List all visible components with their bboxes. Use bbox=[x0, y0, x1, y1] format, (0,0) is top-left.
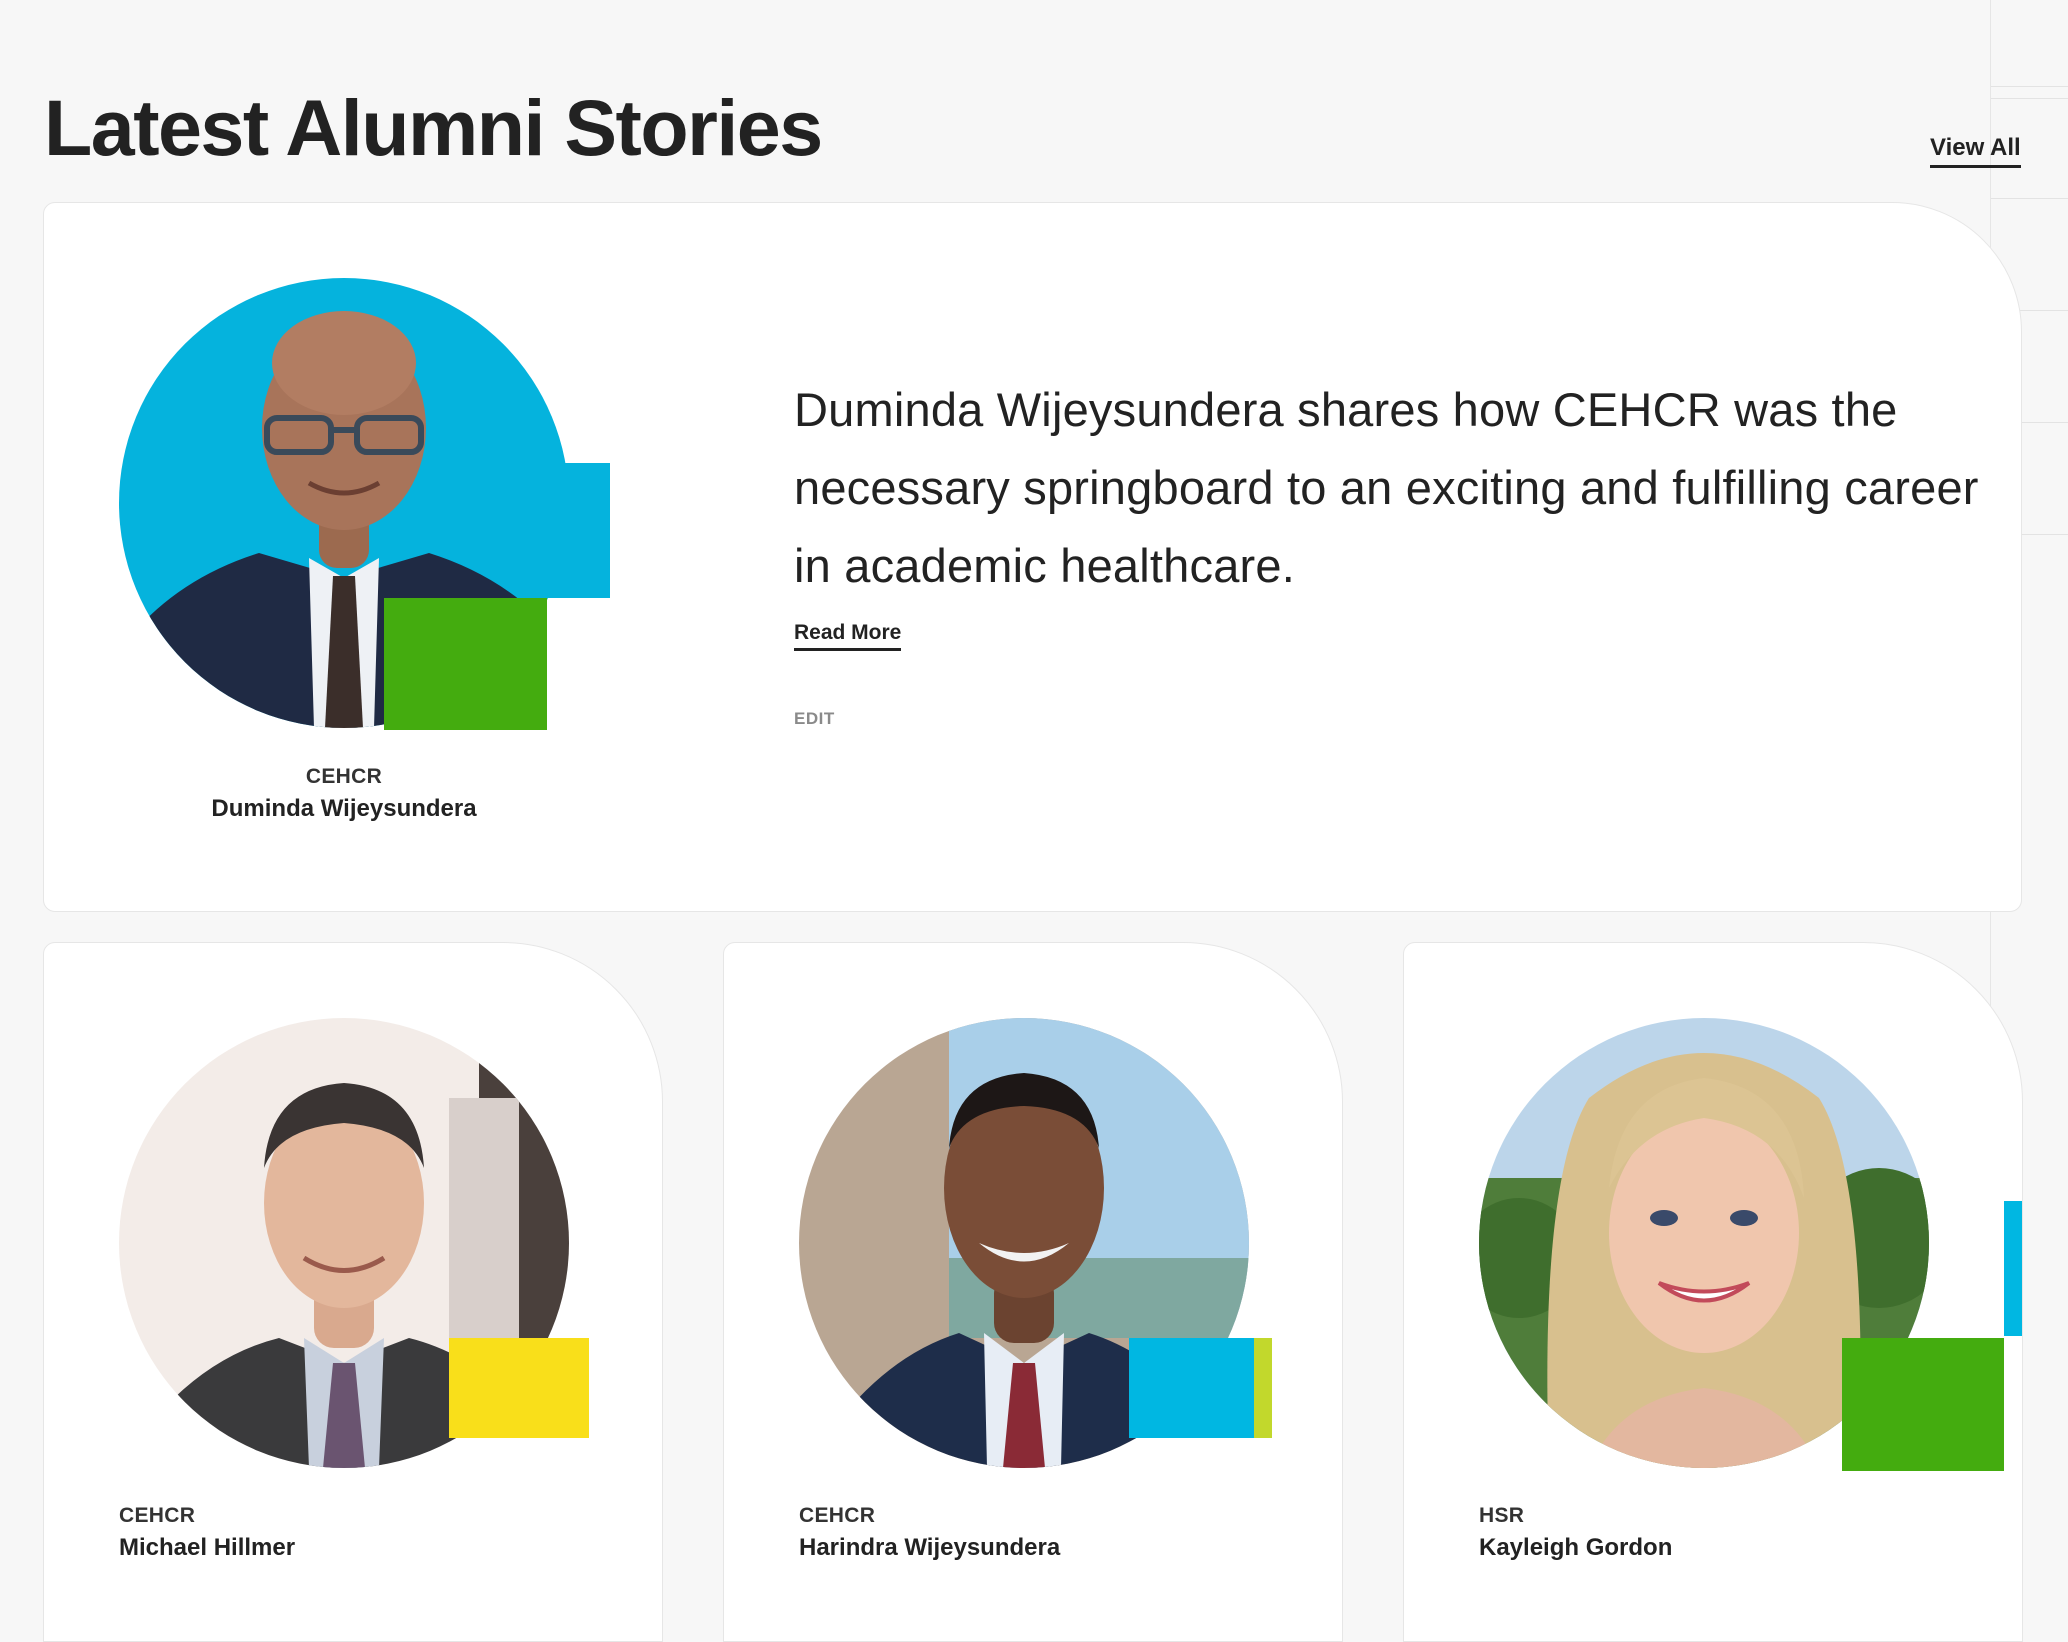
accent-block-green bbox=[1842, 1338, 2004, 1471]
edit-link[interactable]: EDIT bbox=[794, 709, 835, 729]
divider bbox=[1991, 198, 2068, 199]
story-name: Michael Hillmer bbox=[119, 1534, 296, 1561]
accent-block-blue bbox=[1129, 1338, 1254, 1438]
story-name: Kayleigh Gordon bbox=[1479, 1534, 1673, 1561]
story-card-harindra-wijeysundera[interactable]: CEHCR Harindra Wijeysundera bbox=[723, 942, 1343, 1642]
story-category: HSR bbox=[1479, 1504, 1525, 1527]
story-category: CEHCR bbox=[305, 765, 383, 788]
view-all-link[interactable]: View All bbox=[1930, 134, 2021, 168]
accent-block-lime bbox=[1254, 1338, 1272, 1438]
story-name: Harindra Wijeysundera bbox=[799, 1534, 1061, 1561]
story-caption: CEHCR Michael Hillmer bbox=[119, 1504, 295, 1562]
accent-block-yellow bbox=[449, 1338, 589, 1438]
divider bbox=[1991, 98, 2068, 99]
accent-block-green bbox=[384, 598, 547, 730]
story-caption: HSR Kayleigh Gordon bbox=[1479, 1504, 1672, 1562]
read-more-link[interactable]: Read More bbox=[794, 621, 902, 651]
divider bbox=[1991, 86, 2068, 87]
accent-block-blue bbox=[544, 463, 610, 598]
featured-caption: CEHCR Duminda Wijeysundera bbox=[44, 765, 644, 823]
story-category: CEHCR bbox=[119, 1504, 196, 1527]
story-category: CEHCR bbox=[799, 1504, 876, 1527]
section-title: Latest Alumni Stories bbox=[44, 83, 823, 172]
story-name: Duminda Wijeysundera bbox=[211, 795, 477, 822]
story-caption: CEHCR Harindra Wijeysundera bbox=[799, 1504, 1060, 1562]
featured-quote: Duminda Wijeysundera shares how CEHCR wa… bbox=[794, 383, 1979, 592]
story-card-kayleigh-gordon[interactable]: HSR Kayleigh Gordon bbox=[1403, 942, 2023, 1642]
accent-block-blue bbox=[2004, 1201, 2022, 1336]
story-card-michael-hillmer[interactable]: CEHCR Michael Hillmer bbox=[43, 942, 663, 1642]
featured-story-card[interactable]: CEHCR Duminda Wijeysundera Duminda Wijey… bbox=[43, 202, 2022, 912]
